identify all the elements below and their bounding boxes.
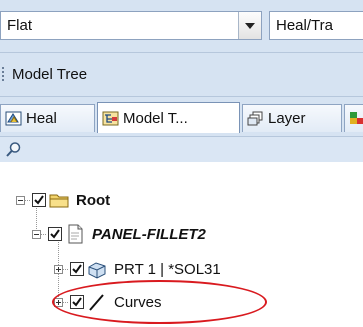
mode-combo[interactable]: Flat — [0, 11, 262, 40]
tab-strip: Heal Model T... Layer — [0, 96, 363, 136]
heal-icon — [5, 111, 22, 126]
more-tab-icon — [350, 112, 363, 124]
folder-icon — [49, 194, 69, 208]
document-icon — [68, 224, 83, 244]
tree-node-part-label: PANEL-FILLET2 — [92, 225, 206, 243]
layer-icon — [247, 111, 263, 126]
panel-title: Model Tree — [12, 66, 88, 83]
mode-combo-value: Flat — [7, 17, 33, 34]
tree-node-root[interactable]: Root — [16, 188, 110, 212]
tree-node-prt[interactable]: PRT 1 | *SOL31 — [54, 257, 221, 281]
panel-grip[interactable] — [2, 67, 4, 83]
visibility-checkbox[interactable] — [48, 227, 62, 241]
mode-combo-dropdown-button[interactable] — [238, 12, 261, 39]
tree-node-root-label: Root — [76, 191, 111, 209]
tab-model-tree[interactable]: Model T... — [97, 102, 240, 133]
tree-connector — [41, 233, 46, 235]
tab-more[interactable] — [344, 104, 363, 132]
tab-heal[interactable]: Heal — [0, 104, 95, 132]
search-icon[interactable] — [5, 141, 22, 158]
tree-node-part[interactable]: PANEL-FILLET2 — [32, 222, 206, 246]
tab-layer-label: Layer — [268, 110, 306, 127]
check-icon — [50, 229, 60, 239]
collapse-toggle[interactable] — [32, 229, 41, 239]
tree-search-bar[interactable] — [0, 136, 363, 162]
tab-model-tree-label: Model T... — [123, 109, 188, 127]
solid-part-icon — [88, 262, 106, 279]
visibility-checkbox[interactable] — [70, 262, 84, 276]
highlight-ring — [52, 280, 267, 324]
tree-connector — [63, 268, 68, 270]
tab-heal-label: Heal — [26, 110, 57, 127]
visibility-checkbox[interactable] — [32, 193, 46, 207]
tree-connector — [25, 199, 30, 201]
model-tree-icon — [102, 111, 119, 125]
tree-node-prt-label: PRT 1 | *SOL31 — [114, 260, 221, 278]
check-icon — [72, 264, 82, 274]
check-icon — [34, 195, 44, 205]
chevron-down-icon — [245, 22, 255, 29]
collapse-toggle[interactable] — [16, 195, 25, 205]
expand-toggle[interactable] — [54, 264, 63, 274]
top-toolbar: Flat Heal/Tra — [0, 0, 363, 52]
tab-layer[interactable]: Layer — [242, 104, 342, 132]
panel-header: Model Tree — [0, 52, 363, 96]
operation-combo-value: Heal/Tra — [276, 17, 333, 34]
operation-combo[interactable]: Heal/Tra — [269, 11, 363, 40]
